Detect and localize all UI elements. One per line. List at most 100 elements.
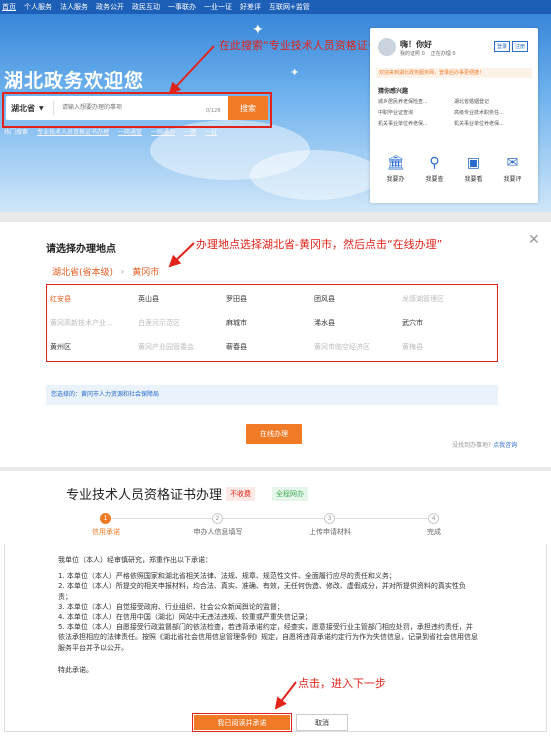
district-option[interactable]: 黄梅县 xyxy=(402,342,490,352)
hot-search-link[interactable]: 一网通管 xyxy=(118,127,142,136)
district-option[interactable]: 团风县 xyxy=(314,294,402,304)
commitment-item: 5. 本单位（本人）自愿接受行政监督部门的依法检查，若违背承诺约定，经查实，愿意… xyxy=(58,623,478,652)
search-bar: 湖北省 ▼ 0/128 搜索 xyxy=(6,96,268,120)
step-label: 上传申请材料 xyxy=(309,528,351,536)
district-option[interactable]: 黄冈产业园管委会 xyxy=(138,342,226,352)
service-link[interactable]: 机关事业单位养老保... xyxy=(454,120,530,127)
in-progress-count[interactable]: 正在办理 0 xyxy=(431,50,456,57)
step-marker: 1 xyxy=(100,513,111,524)
district-option[interactable]: 罗田县 xyxy=(226,294,314,304)
page-title: 专业技术人员资格证书办理 xyxy=(66,488,223,503)
user-stats: 我的证照 0 正在办理 0 xyxy=(400,50,456,57)
commitment-end: 特此承诺。 xyxy=(58,665,93,674)
district-option[interactable]: 龙感湖管理区 xyxy=(402,294,490,304)
magnifier-icon: ⚲ xyxy=(429,155,440,171)
annotation-location: 办理地点选择湖北省-黄冈市，然后点击“在线办理” xyxy=(196,238,443,251)
service-link[interactable]: 城乡居民养老保险查... xyxy=(378,98,454,105)
register-button[interactable]: 注册 xyxy=(512,41,529,52)
nav-item-home[interactable]: 首页 xyxy=(2,2,16,12)
search-button[interactable]: 搜索 xyxy=(228,96,268,120)
agree-button[interactable]: 我已阅读并承诺 xyxy=(194,715,290,730)
nav-item-interaction[interactable]: 政民互动 xyxy=(132,2,160,12)
hot-search-label: 热门搜索 xyxy=(4,129,29,136)
nav-item-gov-open[interactable]: 政务公开 xyxy=(96,2,124,12)
district-option[interactable]: 黄州区 xyxy=(50,342,138,352)
auth-buttons: 登录 注册 xyxy=(494,41,529,52)
district-option[interactable]: 红安县 xyxy=(50,294,138,304)
service-link[interactable]: 机关事业单位养老保... xyxy=(378,120,454,127)
hot-search-link[interactable]: 专业技术人员资格证书办理 xyxy=(37,127,109,136)
city-tab[interactable]: 黄冈市 xyxy=(132,265,159,278)
hot-search-link[interactable]: 一键 xyxy=(184,127,196,136)
step-marker: 4 xyxy=(428,513,439,524)
step-marker: 3 xyxy=(324,513,335,524)
step-label: 申办人信息填写 xyxy=(193,528,243,536)
help-prefix: 没找到办事地? xyxy=(452,442,492,449)
service-link[interactable]: 高级专业技术职务任... xyxy=(454,109,530,116)
my-certs-count[interactable]: 我的证照 0 xyxy=(400,50,425,57)
search-input[interactable] xyxy=(54,98,228,118)
login-button[interactable]: 登录 xyxy=(494,41,511,52)
help-text: 没找到办事地? 点我咨询 xyxy=(452,440,517,449)
location-breadcrumb: 湖北省(省本级) › 黄冈市 xyxy=(52,265,159,278)
online-badge: 全程网办 xyxy=(272,487,308,501)
building-icon: 🏛 xyxy=(386,155,405,171)
district-grid: 红安县 英山县 罗田县 团风县 龙感湖管理区 黄冈高新技术产业... 白莲河示范… xyxy=(50,294,490,352)
nav-item-supervision[interactable]: 互联网+监管 xyxy=(269,2,310,12)
chevron-right-icon: › xyxy=(121,267,125,276)
interest-service-list: 城乡居民养老保险查... 湖北省婚姻登记 中职毕业证查询 高级专业技术职务任..… xyxy=(378,98,530,127)
commitment-item: 1. 本单位（本人）严格依照国家和湖北省相关法律、法规、规章、规范性文件、全面履… xyxy=(58,572,396,581)
hot-search-link[interactable]: 一网通办 xyxy=(151,127,175,136)
district-option[interactable]: 黄冈高新技术产业... xyxy=(50,318,138,328)
nav-item-personal[interactable]: 个人服务 xyxy=(24,2,52,12)
fee-badge: 不收费 xyxy=(226,487,255,501)
hot-search-link[interactable]: 一证 xyxy=(205,127,217,136)
nav-item-review[interactable]: 好差评 xyxy=(240,2,261,12)
portal-home-screenshot: 首页 个人服务 法人服务 政务公开 政民互动 一事联办 一业一证 好差评 互联网… xyxy=(0,0,551,212)
step-label: 信用承诺 xyxy=(92,528,120,536)
greeting: 嗨！你好 xyxy=(400,40,432,49)
steps-line xyxy=(106,518,438,519)
district-option[interactable]: 麻城市 xyxy=(226,318,314,328)
bird-decoration: ✦ xyxy=(252,22,264,38)
commitment-item: 2. 本单位（本人）所提交的相关申报材料，均合法、真实、准确、有效，无任何伪造、… xyxy=(58,582,466,601)
district-option[interactable]: 黄冈市临空经济区 xyxy=(314,342,402,352)
divider xyxy=(46,281,498,282)
cloud-decoration xyxy=(250,150,380,200)
quick-rate-button[interactable]: ✉ 我要评 xyxy=(503,156,521,183)
district-option[interactable]: 白莲河示范区 xyxy=(138,318,226,328)
top-nav: 首页 个人服务 法人服务 政务公开 政民互动 一事联办 一业一证 好差评 互联网… xyxy=(0,0,551,14)
online-handle-button[interactable]: 在线办理 xyxy=(246,424,302,444)
annotation-next: 点击，进入下一步 xyxy=(298,677,386,690)
nav-item-legal-person[interactable]: 法人服务 xyxy=(60,2,88,12)
close-icon[interactable]: ✕ xyxy=(528,232,540,248)
consult-link[interactable]: 点我咨询 xyxy=(493,442,517,449)
service-link[interactable]: 湖北省婚姻登记 xyxy=(454,98,530,105)
nav-item-one-cert[interactable]: 一业一证 xyxy=(204,2,232,12)
quick-actions: 🏛 我要办 ⚲ 我要查 ▣ 我要看 ✉ 我要评 xyxy=(376,156,532,183)
commitment-item: 3. 本单位（本人）自觉接受政府、行业组织、社会公众新闻舆论的监督； xyxy=(58,602,284,611)
commitment-screenshot: 专业技术人员资格证书办理 不收费 全程网办 1 2 3 4 信用承诺 申办人信息… xyxy=(0,471,551,736)
district-option[interactable]: 蕲春县 xyxy=(226,342,314,352)
step-marker: 2 xyxy=(212,513,223,524)
step-label: 完成 xyxy=(427,528,441,536)
welcome-title: 湖北政务欢迎您 xyxy=(4,70,145,92)
quick-do-button[interactable]: 🏛 我要办 xyxy=(386,156,404,183)
district-option[interactable]: 武穴市 xyxy=(402,318,490,328)
location-dialog-screenshot: 请选择办理地点 ✕ 办理地点选择湖北省-黄冈市，然后点击“在线办理” 湖北省(省… xyxy=(0,222,551,467)
nav-item-one-thing[interactable]: 一事联办 xyxy=(168,2,196,12)
quick-search-button[interactable]: ⚲ 我要查 xyxy=(425,156,443,183)
province-tab[interactable]: 湖北省(省本级) xyxy=(52,265,113,278)
district-option[interactable]: 浠水县 xyxy=(314,318,402,328)
hot-search-row: 热门搜索 专业技术人员资格证书办理 一网通管 一网通办 一键 一证 xyxy=(4,127,217,136)
district-option[interactable]: 英山县 xyxy=(138,294,226,304)
cancel-button[interactable]: 取消 xyxy=(296,714,348,731)
document-icon: ▣ xyxy=(466,155,481,171)
comment-icon: ✉ xyxy=(506,155,519,171)
quick-label: 我要查 xyxy=(425,176,444,183)
service-link[interactable]: 中职毕业证查询 xyxy=(378,109,454,116)
quick-view-button[interactable]: ▣ 我要看 xyxy=(464,156,482,183)
selected-location: 您选择的：黄冈市人力资源和社会保障局 xyxy=(46,385,498,405)
region-select[interactable]: 湖北省 ▼ xyxy=(6,101,54,115)
bird-decoration: ✦ xyxy=(290,66,300,79)
